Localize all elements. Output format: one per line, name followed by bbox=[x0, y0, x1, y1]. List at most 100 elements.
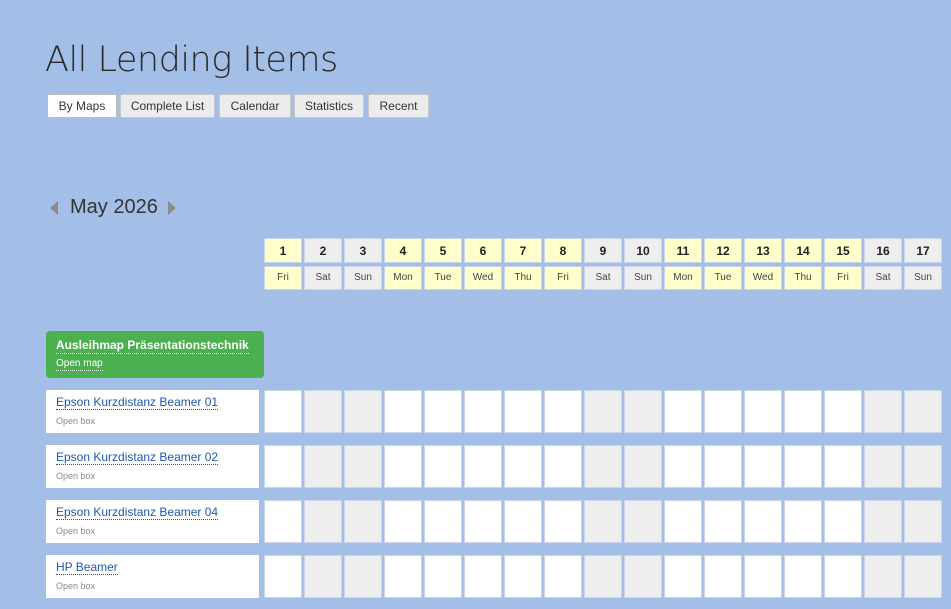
tab-by-maps[interactable]: By Maps bbox=[47, 94, 117, 118]
day-cell[interactable] bbox=[264, 555, 302, 598]
day-cell[interactable] bbox=[304, 390, 342, 433]
day-cell[interactable] bbox=[584, 555, 622, 598]
open-box-link[interactable]: Open box bbox=[56, 525, 95, 537]
day-cell[interactable] bbox=[744, 500, 782, 543]
day-cell[interactable] bbox=[704, 555, 742, 598]
day-cell[interactable] bbox=[304, 445, 342, 488]
day-number: 5 bbox=[424, 238, 462, 263]
open-map-link[interactable]: Open map bbox=[56, 358, 103, 371]
day-name: Tue bbox=[424, 266, 462, 290]
day-number: 12 bbox=[704, 238, 742, 263]
day-cell[interactable] bbox=[464, 500, 502, 543]
tab-statistics[interactable]: Statistics bbox=[294, 94, 364, 118]
item-name-link[interactable]: HP Beamer bbox=[56, 560, 118, 575]
day-cell[interactable] bbox=[824, 500, 862, 543]
day-cell[interactable] bbox=[584, 445, 622, 488]
day-cell[interactable] bbox=[744, 555, 782, 598]
day-cell[interactable] bbox=[464, 390, 502, 433]
day-cell[interactable] bbox=[304, 500, 342, 543]
day-cell[interactable] bbox=[904, 445, 942, 488]
item-name-link[interactable]: Epson Kurzdistanz Beamer 04 bbox=[56, 505, 219, 520]
day-cell[interactable] bbox=[464, 445, 502, 488]
day-name: Thu bbox=[784, 266, 822, 290]
day-cell[interactable] bbox=[344, 445, 382, 488]
day-name: Sun bbox=[624, 266, 662, 290]
day-cell[interactable] bbox=[664, 555, 702, 598]
day-cell[interactable] bbox=[264, 390, 302, 433]
day-cell[interactable] bbox=[784, 390, 822, 433]
item-name-link[interactable]: Epson Kurzdistanz Beamer 02 bbox=[56, 450, 219, 465]
day-cell[interactable] bbox=[584, 500, 622, 543]
day-cell[interactable] bbox=[504, 555, 542, 598]
day-cell[interactable] bbox=[624, 445, 662, 488]
day-cell[interactable] bbox=[704, 500, 742, 543]
day-cell[interactable] bbox=[664, 390, 702, 433]
day-cell[interactable] bbox=[344, 555, 382, 598]
day-cell[interactable] bbox=[864, 500, 902, 543]
open-box-link[interactable]: Open box bbox=[56, 470, 95, 482]
day-cell[interactable] bbox=[344, 500, 382, 543]
day-cell[interactable] bbox=[784, 500, 822, 543]
day-cell[interactable] bbox=[864, 445, 902, 488]
day-cell[interactable] bbox=[784, 445, 822, 488]
tab-recent[interactable]: Recent bbox=[368, 94, 429, 118]
day-cell[interactable] bbox=[664, 500, 702, 543]
day-cell[interactable] bbox=[624, 555, 662, 598]
tab-calendar[interactable]: Calendar bbox=[219, 94, 291, 118]
day-cell[interactable] bbox=[624, 390, 662, 433]
day-name: Mon bbox=[664, 266, 702, 290]
day-cell[interactable] bbox=[744, 445, 782, 488]
day-name: Sun bbox=[344, 266, 382, 290]
day-number: 8 bbox=[544, 238, 582, 263]
day-cell[interactable] bbox=[704, 445, 742, 488]
day-cell[interactable] bbox=[264, 445, 302, 488]
day-cell[interactable] bbox=[864, 555, 902, 598]
day-cell[interactable] bbox=[504, 500, 542, 543]
day-cell[interactable] bbox=[824, 555, 862, 598]
day-name: Mon bbox=[384, 266, 422, 290]
day-cell[interactable] bbox=[584, 390, 622, 433]
day-cell[interactable] bbox=[264, 500, 302, 543]
day-cell[interactable] bbox=[384, 500, 422, 543]
day-cell[interactable] bbox=[384, 555, 422, 598]
day-cell[interactable] bbox=[544, 555, 582, 598]
open-box-link[interactable]: Open box bbox=[56, 580, 95, 592]
day-cell[interactable] bbox=[424, 445, 462, 488]
map-group-header[interactable]: Ausleihmap Präsentationstechnik Open map bbox=[46, 331, 264, 378]
day-cell[interactable] bbox=[504, 390, 542, 433]
tab-complete-list[interactable]: Complete List bbox=[120, 94, 215, 118]
day-cell[interactable] bbox=[784, 555, 822, 598]
day-cell[interactable] bbox=[824, 445, 862, 488]
chevron-left-icon[interactable] bbox=[50, 201, 58, 215]
day-cell[interactable] bbox=[744, 390, 782, 433]
chevron-right-icon[interactable] bbox=[168, 201, 176, 215]
day-name: Sun bbox=[904, 266, 942, 290]
day-cell[interactable] bbox=[424, 555, 462, 598]
day-cell[interactable] bbox=[664, 445, 702, 488]
lending-page: All Lending Items By Maps Complete List … bbox=[0, 0, 951, 609]
day-cell[interactable] bbox=[904, 555, 942, 598]
day-cell[interactable] bbox=[344, 390, 382, 433]
day-cell[interactable] bbox=[464, 555, 502, 598]
day-cell[interactable] bbox=[544, 390, 582, 433]
day-cell[interactable] bbox=[504, 445, 542, 488]
month-label: May 2026 bbox=[70, 196, 158, 218]
open-box-link[interactable]: Open box bbox=[56, 415, 95, 427]
day-cell[interactable] bbox=[384, 390, 422, 433]
day-cell[interactable] bbox=[824, 390, 862, 433]
day-cell[interactable] bbox=[384, 445, 422, 488]
day-cell[interactable] bbox=[704, 390, 742, 433]
day-cell[interactable] bbox=[544, 445, 582, 488]
day-cell[interactable] bbox=[864, 390, 902, 433]
day-number: 15 bbox=[824, 238, 862, 263]
day-cell[interactable] bbox=[424, 500, 462, 543]
day-cell[interactable] bbox=[904, 500, 942, 543]
day-cell[interactable] bbox=[544, 500, 582, 543]
day-cell[interactable] bbox=[424, 390, 462, 433]
day-cell[interactable] bbox=[624, 500, 662, 543]
map-group-title[interactable]: Ausleihmap Präsentationstechnik bbox=[56, 338, 249, 354]
day-cell[interactable] bbox=[304, 555, 342, 598]
day-number: 13 bbox=[744, 238, 782, 263]
day-cell[interactable] bbox=[904, 390, 942, 433]
item-name-link[interactable]: Epson Kurzdistanz Beamer 01 bbox=[56, 395, 219, 410]
